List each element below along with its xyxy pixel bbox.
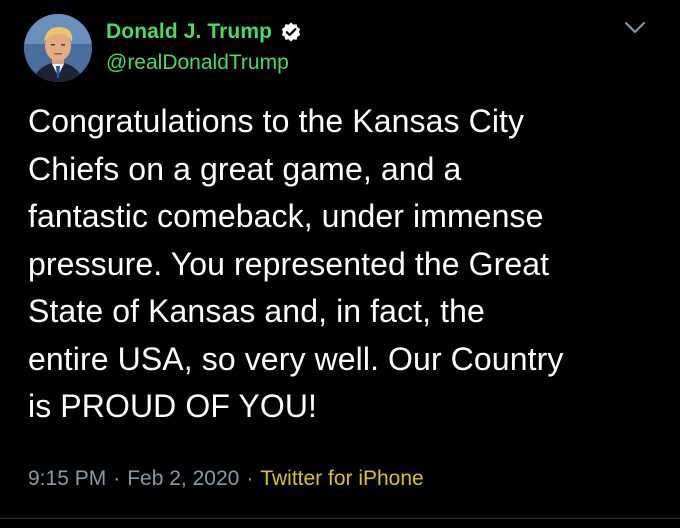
author-handle[interactable]: @realDonaldTrump bbox=[106, 51, 289, 75]
tweet-source-link[interactable]: Twitter for iPhone bbox=[260, 467, 423, 491]
avatar[interactable] bbox=[24, 14, 92, 82]
meta-separator: · bbox=[246, 467, 254, 490]
chevron-down-icon[interactable] bbox=[622, 18, 648, 38]
author-display-name[interactable]: Donald J. Trump bbox=[106, 20, 272, 44]
tweet-text: Congratulations to the Kansas City Chief… bbox=[28, 103, 564, 424]
author-name-row[interactable]: Donald J. Trump bbox=[106, 18, 302, 46]
meta-separator: · bbox=[113, 467, 121, 490]
tweet-time[interactable]: 9:15 PM bbox=[28, 467, 106, 491]
tweet-metadata: 9:15 PM · Feb 2, 2020 · Twitter for iPho… bbox=[28, 467, 424, 491]
tweet-date[interactable]: Feb 2, 2020 bbox=[127, 467, 239, 491]
avatar-image bbox=[24, 14, 92, 82]
divider bbox=[0, 518, 680, 519]
tweet-card: Donald J. Trump @realDonaldTrump Congrat… bbox=[0, 0, 680, 528]
verified-badge-icon bbox=[280, 21, 302, 43]
